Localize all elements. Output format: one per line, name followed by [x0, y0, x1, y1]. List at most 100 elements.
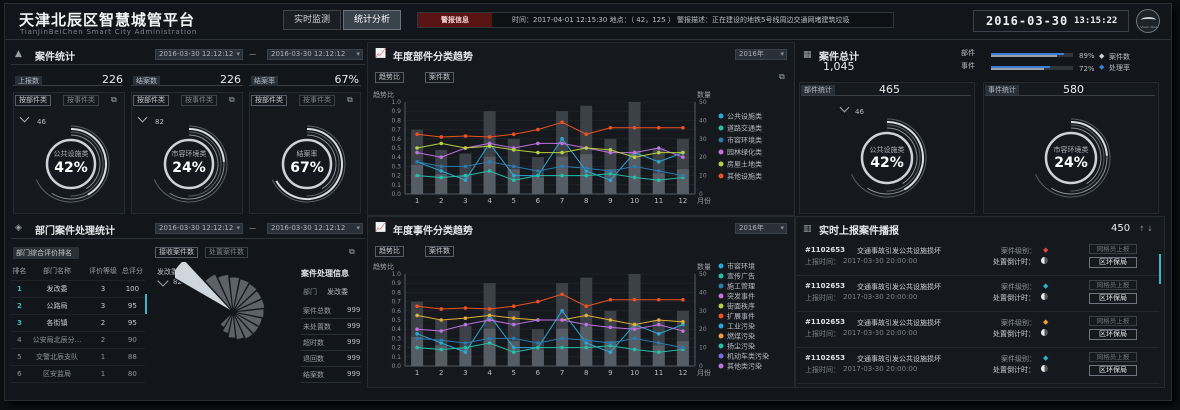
legend-dot	[718, 113, 724, 119]
y-tick: 0.3	[391, 163, 401, 170]
part-chip-ratio[interactable]: 趋势比	[375, 72, 404, 83]
tab-statistics[interactable]: 统计分析	[343, 10, 401, 30]
list-item[interactable]: #1102653 交通事故引发公共设施损坏 上报时间： 2017-03-30 20:0…	[797, 350, 1159, 384]
y-tick: 0.0	[391, 191, 401, 198]
countdown-label: 处置倒计时：	[993, 258, 1035, 266]
bar-segment	[483, 328, 496, 366]
env-bureau-button[interactable]: 区环保局	[1089, 365, 1137, 376]
grid-report-button[interactable]: 网格员上报	[1089, 244, 1137, 254]
tab-by-part[interactable]: 按部件类	[15, 95, 51, 106]
series-point	[511, 316, 516, 320]
level-diamond-icon: ◆	[1043, 354, 1049, 362]
grid-report-button[interactable]: 网格员上报	[1089, 316, 1137, 326]
app-subtitle: TianJinBeiChen Smart City Administration	[20, 28, 198, 36]
countdown-icon	[1041, 365, 1048, 372]
table-row[interactable]: 2 公路局 3 95	[11, 297, 145, 315]
table-row[interactable]: 6 区安监局 1 80	[11, 365, 145, 383]
bar-segment	[652, 173, 665, 194]
case-id: #1102653	[805, 354, 845, 362]
y2-tick: 30	[699, 308, 707, 315]
series-point	[536, 141, 540, 146]
tab-by-event[interactable]: 按事件类	[63, 95, 99, 106]
env-bureau-button[interactable]: 区环保局	[1089, 257, 1137, 268]
series-point	[463, 178, 468, 182]
chip-processed[interactable]: 处置案件数	[205, 247, 248, 258]
y2-tick: 40	[699, 117, 707, 124]
event-chip-ratio[interactable]: 趋势比	[375, 246, 404, 257]
dept-name: 公安局北辰分...	[27, 331, 87, 349]
table-row[interactable]: 4 公安局北辰分... 2 90	[11, 331, 145, 349]
event-chip-count[interactable]: 案件数	[425, 246, 454, 257]
y-tick: 0.9	[391, 108, 401, 115]
dept-date-to[interactable]: 2016-03-30 12:12:12	[267, 223, 363, 234]
series-point	[656, 297, 661, 302]
copy-icon[interactable]: ⧉	[111, 95, 117, 105]
part-year-select[interactable]: 2016年	[735, 49, 787, 60]
dept-copy-icon[interactable]: ⧉	[349, 247, 355, 257]
series-point	[439, 141, 444, 146]
table-row[interactable]: 1 发改委 3 100	[11, 280, 145, 298]
legend-dot	[718, 149, 724, 155]
case-desc: 交通事故引发公共设施损坏	[857, 247, 941, 255]
part-copy-icon[interactable]: ⧉	[779, 72, 785, 82]
series-point	[487, 144, 492, 148]
tab-by-part[interactable]: 按部件类	[133, 95, 169, 106]
list-item[interactable]: #1102653 交通事故引发公共设施损坏 上报时间： 2017-03-30 20:0…	[797, 242, 1159, 276]
time-label: 上报时间：	[805, 366, 840, 374]
tab-by-part[interactable]: 按部件类	[251, 95, 287, 106]
grid-report-button[interactable]: 网格员上报	[1089, 280, 1137, 290]
metric-value: 67%	[334, 73, 359, 86]
legend-item: 宣传广告	[727, 272, 755, 281]
feed-scrollbar[interactable]	[1159, 254, 1161, 284]
time-value: 2017-03-30 20:00:00	[843, 257, 918, 265]
series-point	[415, 146, 419, 150]
case-stats-divider	[11, 64, 365, 65]
rank-cell: 100	[119, 280, 145, 298]
series-point	[560, 120, 564, 125]
app-title: 天津北辰区智慧城管平台	[19, 11, 196, 29]
legend-dot	[718, 173, 724, 179]
table-row[interactable]: 3 各街镇 2 95	[11, 314, 145, 332]
list-item[interactable]: #1102653 交通事故引发公共设施损坏 上报时间： 2017-03-30 20:0…	[797, 314, 1159, 348]
env-bureau-button[interactable]: 区环保局	[1089, 329, 1137, 340]
series-point	[656, 160, 661, 164]
copy-icon[interactable]: ⧉	[229, 95, 235, 105]
alert-bar[interactable]: 警报信息 时间：2017-04-01 12:15:30 地点：（ 42，125 …	[417, 12, 894, 28]
sort-arrows-icon[interactable]: ↑ ↓	[1139, 225, 1153, 233]
grid-report-button[interactable]: 网格员上报	[1089, 352, 1137, 362]
series-point	[511, 322, 516, 327]
series-point	[584, 322, 589, 327]
env-bureau-button[interactable]: 区环保局	[1089, 293, 1137, 304]
part-chip-count[interactable]: 案件数	[425, 72, 454, 83]
gauge-percent: 24%	[172, 160, 206, 176]
rank-scrollbar[interactable]	[145, 294, 147, 314]
rank-cell: 1	[86, 365, 120, 383]
series-point	[656, 146, 661, 150]
case-date-from[interactable]: 2016-03-30 12:12:12	[155, 49, 243, 60]
copy-icon[interactable]: ⧉	[347, 95, 353, 105]
series-point	[681, 125, 685, 130]
series-point	[632, 327, 637, 331]
list-item[interactable]: #1102653 交通事故引发公共设施损坏 上报时间： 2017-03-30 20:0…	[797, 278, 1159, 312]
case-date-to[interactable]: 2016-03-30 12:12:12	[267, 49, 363, 60]
series-point	[415, 313, 419, 318]
series-point	[632, 322, 637, 327]
rank-cell: 3	[86, 280, 120, 298]
tab-realtime[interactable]: 实时监测	[283, 10, 341, 30]
logo-wave-icon	[1141, 17, 1156, 23]
tab-by-event[interactable]: 按事件类	[299, 95, 335, 106]
dept-divider	[11, 238, 365, 239]
series-point	[415, 345, 419, 350]
table-row[interactable]: 5 交警北辰支队 1 88	[11, 348, 145, 366]
series-point	[439, 155, 444, 159]
chip-received[interactable]: 接收案件数	[155, 247, 198, 258]
level-diamond-icon: ◆	[1043, 282, 1049, 290]
series-point	[632, 336, 637, 341]
event-year-select[interactable]: 2016年	[735, 223, 787, 234]
tab-by-event[interactable]: 按事件类	[181, 95, 217, 106]
rank-header: 总评分	[119, 263, 145, 281]
legend-dot	[718, 283, 724, 289]
series-point	[656, 125, 661, 130]
dept-date-from[interactable]: 2016-03-30 12:12:12	[155, 223, 243, 234]
x-tick: 2	[439, 197, 443, 205]
